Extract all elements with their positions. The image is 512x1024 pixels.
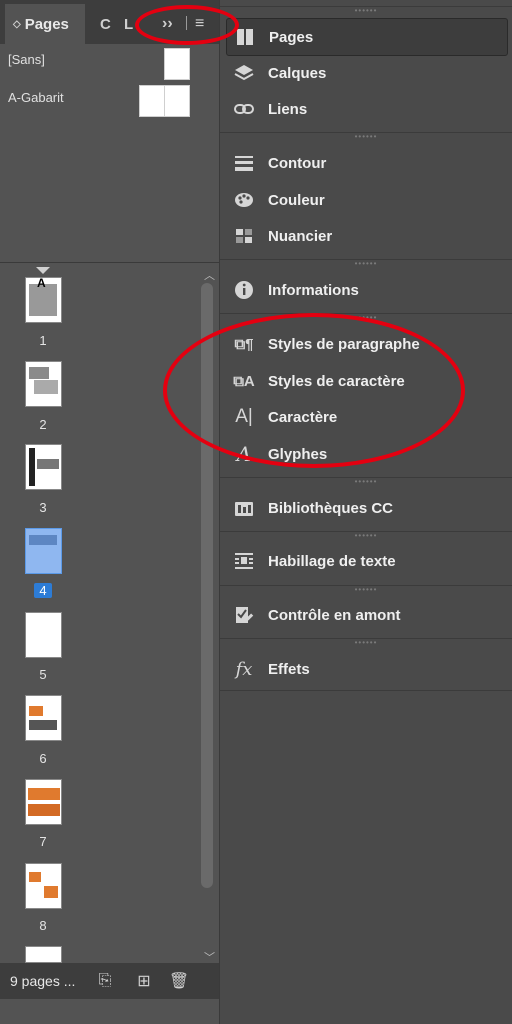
dock-item-label: Bibliothèques CC [268, 499, 394, 517]
page-thumbnail-4[interactable] [25, 528, 62, 574]
dock-item-calques[interactable]: Calques [220, 55, 512, 91]
group-grip[interactable]: •••••• [220, 638, 512, 649]
edit-page-size-icon[interactable]: ⎘ [95, 971, 115, 991]
page-thumbnail-8[interactable] [25, 863, 62, 909]
group-grip[interactable]: •••••• [220, 531, 512, 542]
dock-item-label: Effets [268, 660, 310, 678]
thumb-content [34, 380, 58, 394]
trash-icon[interactable]: 🗑 [169, 971, 189, 991]
master-a-thumb-right[interactable] [164, 85, 190, 117]
panel-dock: •••••• Pages Calques Liens •••••• Contou… [220, 0, 512, 1024]
stroke-icon [232, 151, 256, 175]
masters-section: [Sans] A-Gabarit [0, 44, 219, 263]
swatches-icon [232, 224, 256, 248]
dock-item-label: Contour [268, 154, 327, 172]
pages-panel: ◇ Pages C L ›› ≡ [Sans] A-Gabarit ︿ A 1 … [0, 0, 220, 1024]
page-count-label: 9 pages ... [10, 973, 76, 989]
thumb-content [29, 448, 35, 486]
annotation-circle [163, 313, 465, 468]
page-number-7: 7 [39, 834, 47, 849]
spread-indicator-icon [36, 267, 50, 274]
text-wrap-icon [232, 549, 256, 573]
thumb-content [29, 706, 43, 716]
page-number-3: 3 [39, 500, 47, 515]
page-thumbnail-5[interactable] [25, 612, 62, 658]
page-thumbnail-7[interactable] [25, 779, 62, 825]
page-number-1: 1 [39, 333, 47, 348]
master-a-thumb-left[interactable] [139, 85, 165, 117]
master-none-thumbnail[interactable] [164, 48, 190, 80]
page-thumbnail-1[interactable]: A [25, 277, 62, 323]
links-icon [232, 97, 256, 121]
group-grip[interactable]: •••••• [220, 585, 512, 596]
dock-item-pages[interactable]: Pages [226, 18, 508, 56]
page-thumbnail-2[interactable] [25, 361, 62, 407]
thumb-content [37, 459, 59, 469]
dock-item-effets[interactable]: fx Effets [220, 651, 512, 687]
collapse-arrows-icon[interactable]: ◇ [13, 19, 21, 30]
dock-item-label: Liens [268, 100, 308, 118]
cc-libraries-icon [232, 496, 256, 520]
dock-item-label: Calques [268, 64, 327, 82]
dock-item-liens[interactable]: Liens [220, 91, 512, 127]
tab-l-label: L [124, 15, 134, 33]
pages-footer: 9 pages ... ⎘ ⊞ 🗑 [0, 963, 219, 999]
annotation-circle [135, 5, 239, 45]
new-page-icon[interactable]: ⊞ [134, 971, 154, 991]
thumb-content [29, 535, 57, 545]
layers-icon [232, 61, 256, 85]
page-number-8: 8 [39, 918, 47, 933]
thumb-content [28, 788, 60, 800]
dock-item-label: Contrôle en amont [268, 606, 401, 624]
group-grip[interactable]: •••••• [220, 259, 512, 270]
dock-item-contour[interactable]: Contour [220, 145, 512, 181]
dock-item-habillage[interactable]: Habillage de texte [220, 543, 512, 579]
dock-item-label: Couleur [268, 191, 325, 209]
color-icon [232, 188, 256, 212]
dock-item-controle-amont[interactable]: Contrôle en amont [220, 597, 512, 633]
master-none[interactable]: [Sans] [8, 52, 45, 67]
master-none-label: [Sans] [8, 52, 45, 67]
page-number-5: 5 [39, 667, 47, 682]
master-a[interactable]: A-Gabarit [8, 90, 64, 105]
page-number-6: 6 [39, 751, 47, 766]
scroll-up-icon[interactable]: ︿ [204, 267, 215, 283]
tab-c-label: C [100, 15, 111, 33]
tab-l[interactable]: L [124, 4, 133, 44]
group-grip[interactable]: •••••• [220, 6, 512, 17]
tab-pages-label: Pages [24, 15, 69, 33]
thumb-content [29, 872, 41, 882]
tab-pages[interactable]: ◇ Pages [5, 4, 85, 44]
dock-item-couleur[interactable]: Couleur [220, 182, 512, 218]
group-grip[interactable]: •••••• [220, 477, 512, 488]
master-a-label: A-Gabarit [8, 90, 64, 105]
page-number-4: 4 [34, 583, 52, 598]
tab-c[interactable]: C [100, 4, 111, 44]
preflight-icon [232, 603, 256, 627]
divider [220, 690, 512, 691]
page-thumbnail-3[interactable] [25, 444, 62, 490]
master-marker: A [37, 277, 46, 290]
thumb-content [28, 804, 60, 816]
effects-icon: fx [235, 658, 253, 680]
page-thumbnail-9[interactable] [25, 946, 62, 963]
thumb-content [29, 367, 49, 379]
dock-item-label: Informations [268, 281, 359, 299]
dock-item-label: Habillage de texte [268, 552, 396, 570]
info-icon [232, 278, 256, 302]
dock-item-bibliotheques-cc[interactable]: Bibliothèques CC [220, 490, 512, 526]
dock-item-label: Pages [269, 28, 314, 46]
dock-item-label: Nuancier [268, 227, 333, 245]
page-number-2: 2 [39, 417, 47, 432]
dock-item-informations[interactable]: Informations [220, 272, 512, 308]
thumb-content [44, 886, 58, 898]
thumb-content [29, 720, 57, 730]
page-thumbnail-6[interactable] [25, 695, 62, 741]
group-grip[interactable]: •••••• [220, 132, 512, 143]
dock-item-nuancier[interactable]: Nuancier [220, 218, 512, 254]
